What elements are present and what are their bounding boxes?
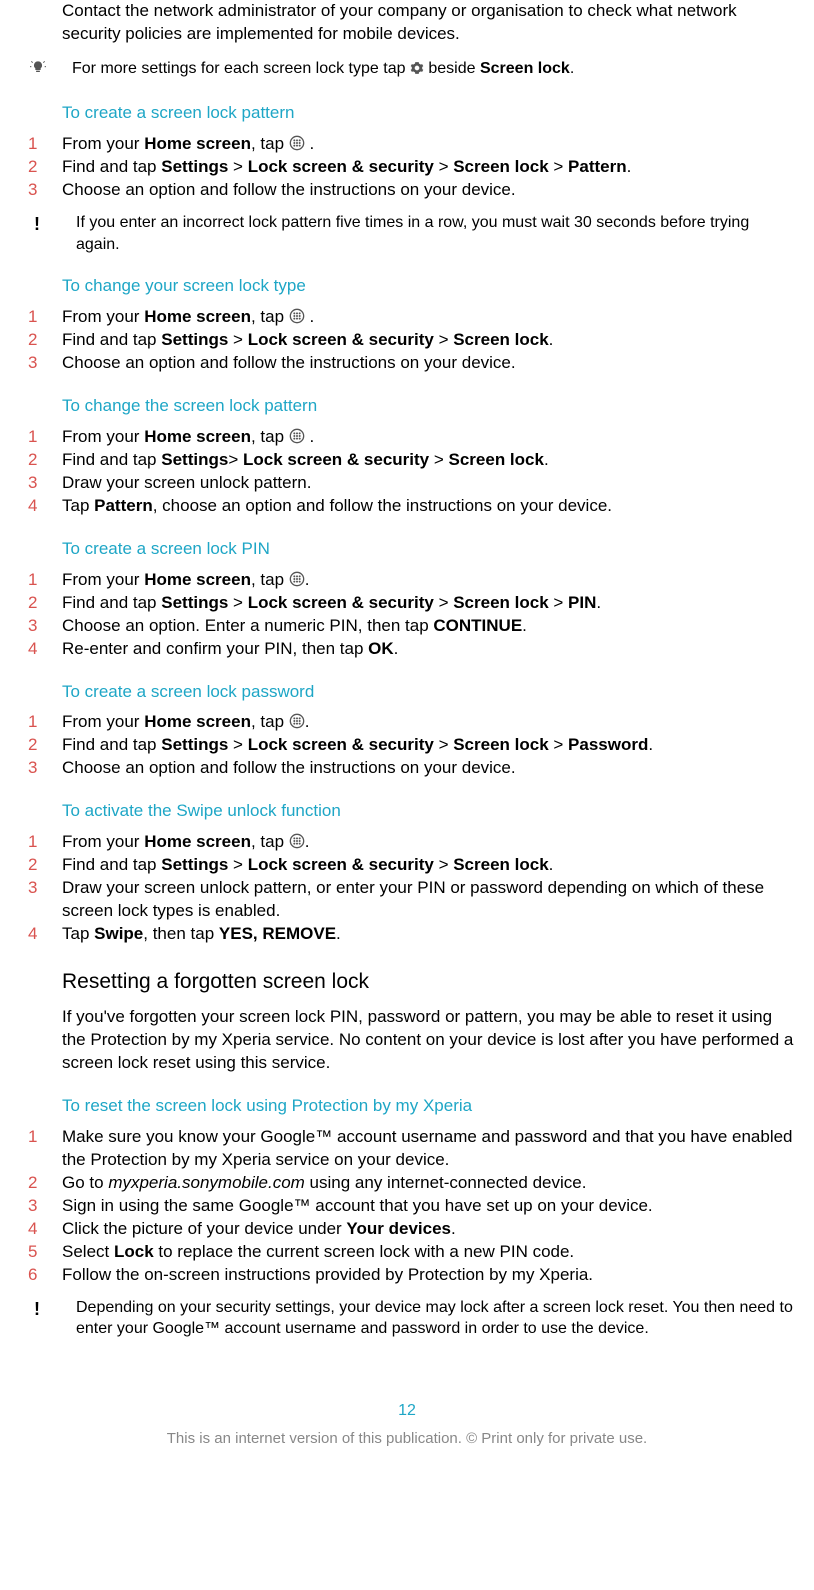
tip-row: For more settings for each screen lock t…	[20, 58, 794, 83]
apps-icon	[289, 713, 305, 729]
warning-text: Depending on your security settings, you…	[76, 1297, 794, 1340]
apps-icon	[289, 833, 305, 849]
steps-create-pattern: From your Home screen, tap . Find and ta…	[20, 133, 794, 202]
page-number: 12	[20, 1400, 794, 1422]
heading-change-type: To change your screen lock type	[62, 275, 794, 298]
steps-create-password: From your Home screen, tap . Find and ta…	[20, 711, 794, 780]
lightbulb-icon	[20, 58, 72, 83]
heading-create-pin: To create a screen lock PIN	[62, 538, 794, 561]
exclamation-icon: !	[20, 212, 76, 236]
heading-change-pattern: To change the screen lock pattern	[62, 395, 794, 418]
reset-paragraph: If you've forgotten your screen lock PIN…	[62, 1006, 794, 1075]
heading-reset: Resetting a forgotten screen lock	[62, 968, 794, 996]
steps-reset-xperia: Make sure you know your Google™ account …	[20, 1126, 794, 1287]
intro-paragraph: Contact the network administrator of you…	[62, 0, 794, 46]
warning-row: ! If you enter an incorrect lock pattern…	[20, 212, 794, 255]
steps-swipe: From your Home screen, tap . Find and ta…	[20, 831, 794, 946]
heading-create-password: To create a screen lock password	[62, 681, 794, 704]
footer-note: This is an internet version of this publ…	[20, 1429, 794, 1463]
apps-icon	[289, 571, 305, 587]
steps-change-pattern: From your Home screen, tap . Find and ta…	[20, 426, 794, 518]
heading-create-pattern: To create a screen lock pattern	[62, 102, 794, 125]
apps-icon	[289, 135, 305, 151]
steps-change-type: From your Home screen, tap . Find and ta…	[20, 306, 794, 375]
apps-icon	[289, 428, 305, 444]
apps-icon	[289, 308, 305, 324]
exclamation-icon: !	[20, 1297, 76, 1321]
steps-create-pin: From your Home screen, tap . Find and ta…	[20, 569, 794, 661]
tip-text: For more settings for each screen lock t…	[72, 58, 794, 80]
warning-text: If you enter an incorrect lock pattern f…	[76, 212, 794, 255]
heading-reset-xperia: To reset the screen lock using Protectio…	[62, 1095, 794, 1118]
gear-icon	[410, 61, 424, 75]
warning-row: ! Depending on your security settings, y…	[20, 1297, 794, 1340]
heading-swipe: To activate the Swipe unlock function	[62, 800, 794, 823]
